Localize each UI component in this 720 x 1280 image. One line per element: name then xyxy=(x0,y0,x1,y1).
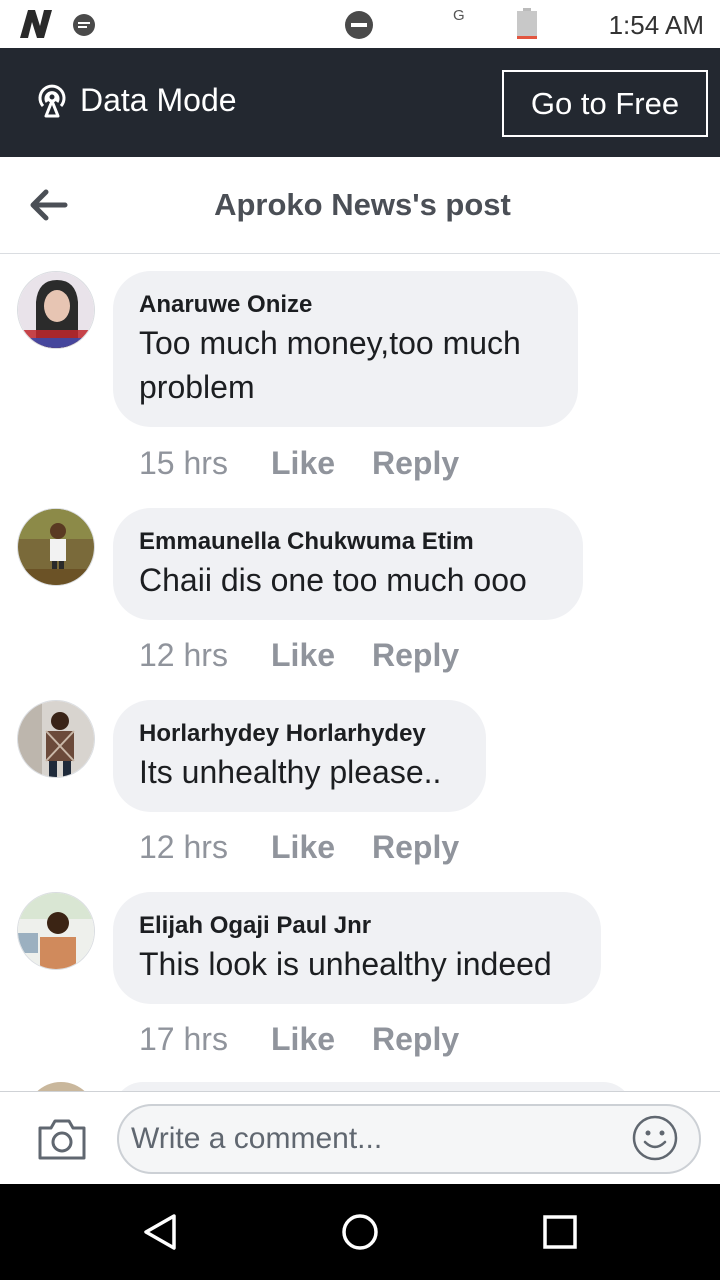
reply-button[interactable]: Reply xyxy=(372,445,459,482)
avatar[interactable] xyxy=(26,1082,96,1091)
broadcast-icon xyxy=(38,84,66,118)
avatar[interactable] xyxy=(17,271,95,349)
comment-input-wrapper xyxy=(117,1104,701,1174)
comments-list: Anaruwe Onize Too much money,too much pr… xyxy=(0,254,720,1091)
comment-text: This look is unhealthy indeed xyxy=(139,946,552,982)
n-app-icon xyxy=(20,10,52,38)
clock: 1:54 AM xyxy=(608,10,704,40)
page-title: Aproko News's post xyxy=(214,187,511,222)
comment-time: 12 hrs xyxy=(139,637,228,673)
comment-input[interactable] xyxy=(131,1114,621,1164)
like-button[interactable]: Like xyxy=(271,445,335,482)
comment-bubble xyxy=(113,1082,633,1091)
nav-back-icon[interactable] xyxy=(140,1212,180,1252)
avatar[interactable] xyxy=(17,508,95,586)
status-bar: G 1:54 AM xyxy=(0,0,720,48)
like-button[interactable]: Like xyxy=(271,637,335,674)
avatar[interactable] xyxy=(17,892,95,970)
reply-button[interactable]: Reply xyxy=(372,637,459,674)
comment-bubble: Anaruwe Onize Too much money,too much pr… xyxy=(113,271,578,427)
comment-bubble: Elijah Ogaji Paul Jnr This look is unhea… xyxy=(113,892,601,1004)
comment-time: 17 hrs xyxy=(139,1021,228,1057)
comment-bubble: Horlarhydey Horlarhydey Its unhealthy pl… xyxy=(113,700,486,812)
comment-bubble: Emmaunella Chukwuma Etim Chaii dis one t… xyxy=(113,508,583,620)
camera-icon[interactable] xyxy=(36,1116,88,1162)
reply-button[interactable]: Reply xyxy=(372,829,459,866)
comment-text: Its unhealthy please.. xyxy=(139,754,442,790)
comment-author[interactable]: Anaruwe Onize xyxy=(139,289,552,321)
avatar[interactable] xyxy=(17,700,95,778)
message-icon xyxy=(73,14,95,36)
comment-text: Chaii dis one too much ooo xyxy=(139,562,527,598)
comment-author[interactable]: Emmaunella Chukwuma Etim xyxy=(139,526,557,558)
do-not-disturb-icon xyxy=(345,11,373,39)
comment-time: 15 hrs xyxy=(139,445,228,481)
like-button[interactable]: Like xyxy=(271,829,335,866)
reply-button[interactable]: Reply xyxy=(372,1021,459,1058)
data-mode-bar: Data Mode Go to Free xyxy=(0,48,720,157)
nav-recents-icon[interactable] xyxy=(542,1214,578,1250)
comment-text: Too much money,too much problem xyxy=(139,325,521,405)
comment-time: 12 hrs xyxy=(139,829,228,865)
like-button[interactable]: Like xyxy=(271,1021,335,1058)
go-to-free-button[interactable]: Go to Free xyxy=(502,70,708,137)
emoji-icon[interactable] xyxy=(631,1114,679,1162)
data-mode-label: Data Mode xyxy=(80,82,237,118)
system-nav-bar xyxy=(0,1184,720,1280)
network-type: G xyxy=(453,7,465,24)
comment-composer xyxy=(0,1091,720,1184)
post-header: Aproko News's post xyxy=(0,157,720,254)
comment-author[interactable]: Horlarhydey Horlarhydey xyxy=(139,718,460,750)
nav-home-icon[interactable] xyxy=(340,1212,380,1252)
comment-author[interactable]: Elijah Ogaji Paul Jnr xyxy=(139,910,575,942)
battery-icon xyxy=(517,8,537,39)
